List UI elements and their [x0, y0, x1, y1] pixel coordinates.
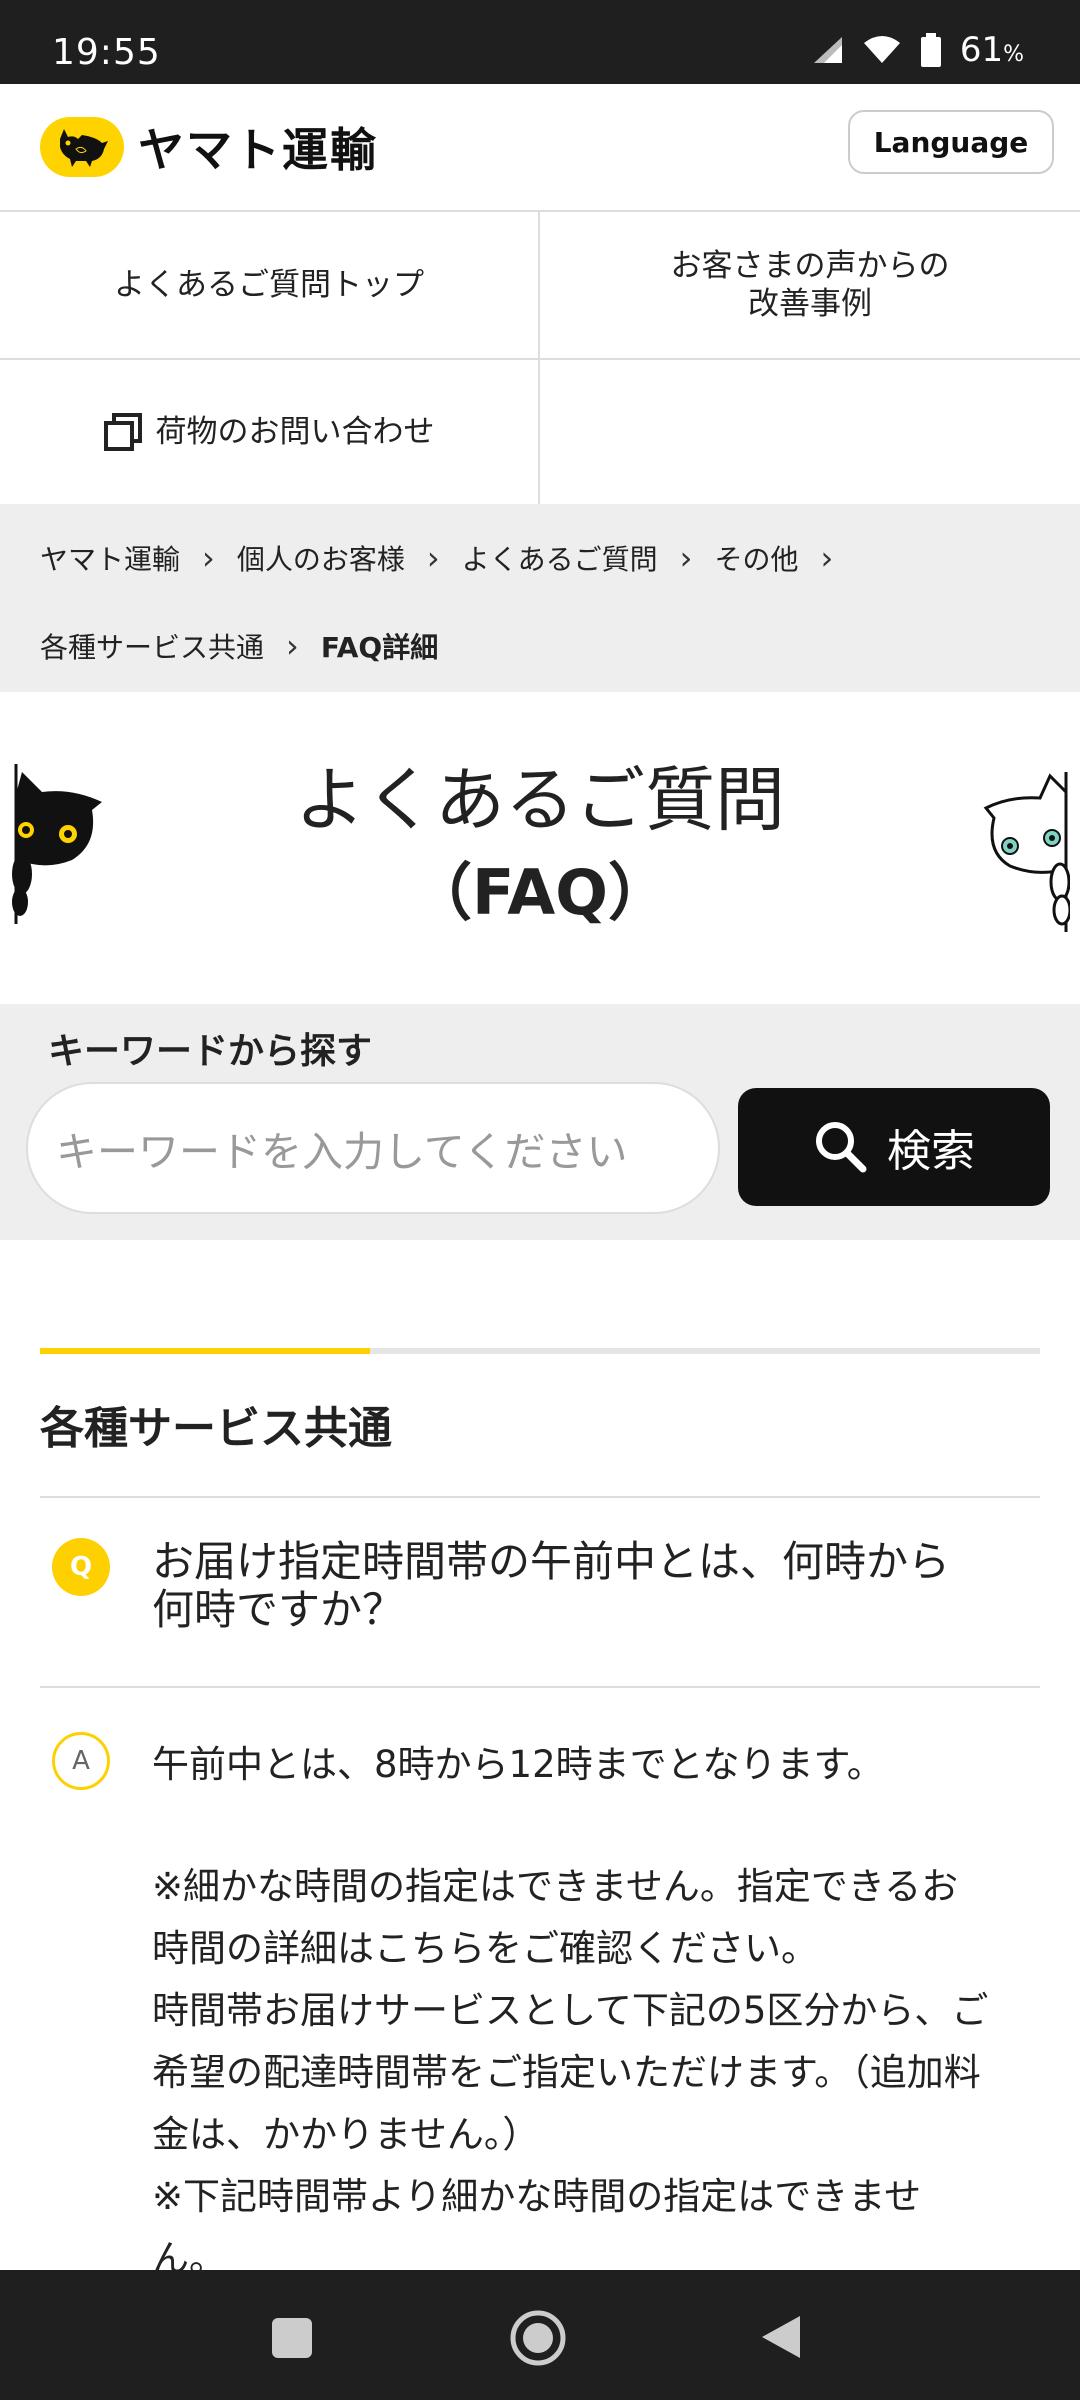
- page-title: よくあるご質問: [295, 759, 785, 841]
- black-cat-logo-icon: [40, 117, 124, 177]
- status-icons: 61%: [810, 30, 1024, 70]
- wifi-icon: [863, 36, 900, 63]
- answer-line: 希望の配達時間帯をご指定いただけます。（追加料: [152, 2051, 981, 2094]
- white-cat-illustration-icon: [983, 772, 1070, 932]
- recent-apps-icon[interactable]: [270, 2316, 314, 2360]
- search-button-label: 検索: [887, 1126, 975, 1177]
- chevron-right-icon: ›: [679, 539, 693, 577]
- nav-tracking-label: 荷物のお問い合わせ: [155, 414, 435, 450]
- chevron-right-icon: ›: [286, 627, 299, 665]
- answer-badge: A: [52, 1732, 110, 1790]
- answer-line: ※細かな時間の指定はできません。指定できるお: [152, 1865, 959, 1908]
- search-placeholder: キーワードを入力してください: [56, 1128, 628, 1176]
- chevron-right-icon: ›: [202, 539, 215, 577]
- breadcrumb-item[interactable]: よくあるご質問: [462, 538, 658, 578]
- faq-nav: よくあるご質問トップ お客さまの声からの 改善事例 荷物のお問い合わせ: [0, 212, 1080, 504]
- breadcrumb-row-1: ヤマト運輸 › 個人のお客様 › よくあるご質問 › その他 ›: [40, 530, 1040, 586]
- answer-line: 金は、かかりません。）: [152, 2113, 540, 2156]
- search-label: キーワードから探す: [48, 1031, 373, 1072]
- home-icon[interactable]: [508, 2308, 568, 2368]
- keyword-search: キーワードから探す キーワードを入力してください 検索: [0, 1004, 1080, 1240]
- question-badge: Q: [52, 1538, 110, 1596]
- nav-faq-top-label: よくあるご質問トップ: [114, 267, 424, 303]
- nav-empty-cell: [540, 360, 1080, 504]
- answer-line: 午前中とは、8時から12時までとなります。: [152, 1743, 884, 1786]
- chevron-right-icon: ›: [820, 539, 834, 577]
- search-input[interactable]: キーワードを入力してください: [26, 1082, 720, 1214]
- page-subtitle: （FAQ）: [410, 856, 670, 929]
- active-tab-indicator: [40, 1348, 370, 1354]
- answer-line: ※下記時間帯より細かな時間の指定はできませ: [152, 2175, 922, 2218]
- nav-faq-top[interactable]: よくあるご質問トップ: [0, 212, 540, 360]
- battery-icon: [920, 33, 941, 67]
- status-bar: 19:55 61%: [0, 0, 1080, 84]
- nav-tracking[interactable]: 荷物のお問い合わせ: [0, 360, 540, 504]
- answer-line: 時間の詳細はこちらをご確認ください。: [152, 1927, 818, 1970]
- breadcrumb-row-2: 各種サービス共通 › FAQ詳細: [40, 618, 1040, 674]
- answer-line: 時間帯お届けサービスとして下記の5区分から、ご: [152, 1989, 989, 2032]
- site-header: ヤマト運輸 Language: [0, 84, 1080, 212]
- chevron-right-icon: ›: [426, 539, 440, 577]
- question-text: お届け指定時間帯の午前中とは、何時から 何時ですか？: [152, 1537, 951, 1634]
- brand-name: ヤマト運輸: [138, 123, 378, 177]
- language-button[interactable]: Language: [848, 110, 1054, 174]
- breadcrumb-item[interactable]: ヤマト運輸: [40, 538, 180, 578]
- external-window-icon: [103, 413, 142, 451]
- breadcrumb: ヤマト運輸 › 個人のお客様 › よくあるご質問 › その他 › 各種サービス共…: [0, 504, 1080, 692]
- nav-customer-voice[interactable]: お客さまの声からの 改善事例: [540, 212, 1080, 360]
- battery-percent: 61%: [959, 30, 1024, 70]
- breadcrumb-item[interactable]: 個人のお客様: [237, 538, 405, 578]
- answer-text: 午前中とは、8時から12時までとなります。 ※細かな時間の指定はできません。指定…: [152, 1734, 1032, 2290]
- yamato-logo[interactable]: ヤマト運輸: [40, 114, 378, 180]
- faq-title-area: よくあるご質問 （FAQ）: [0, 692, 1080, 1004]
- status-time: 19:55: [52, 32, 161, 73]
- nav-customer-voice-label: お客さまの声からの 改善事例: [670, 248, 950, 322]
- search-button[interactable]: 検索: [738, 1088, 1050, 1206]
- breadcrumb-current: FAQ詳細: [320, 631, 439, 664]
- back-icon[interactable]: [758, 2312, 804, 2362]
- breadcrumb-item[interactable]: 各種サービス共通: [40, 626, 264, 666]
- section-title: 各種サービス共通: [40, 1403, 392, 1454]
- search-icon: [816, 1122, 867, 1173]
- breadcrumb-item[interactable]: その他: [714, 538, 798, 578]
- section-tab-indicator: [40, 1348, 1040, 1354]
- signal-icon: [813, 37, 842, 63]
- system-navigation-bar: [0, 2270, 1080, 2400]
- divider: [40, 1686, 1040, 1688]
- divider: [40, 1496, 1040, 1498]
